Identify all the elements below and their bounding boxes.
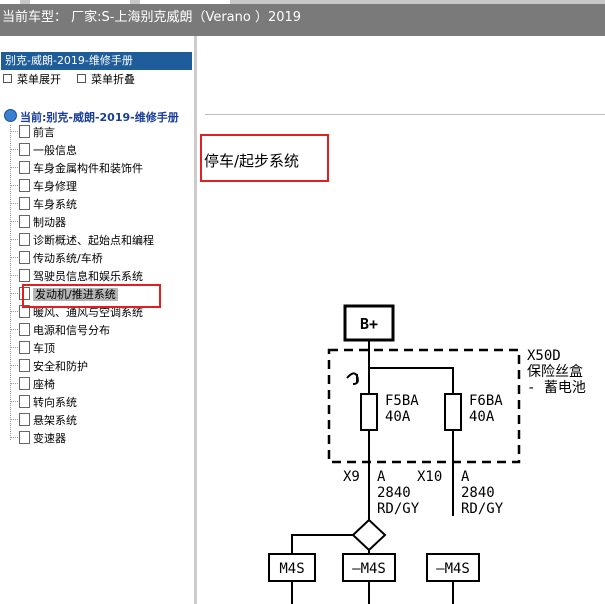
page-icon	[19, 323, 30, 336]
tree-item[interactable]: 车身修理	[10, 178, 77, 196]
tree-item[interactable]: 电源和信号分布	[10, 322, 110, 340]
fuse-right	[444, 393, 462, 431]
fusebox-name-line1: 保险丝盒	[527, 363, 583, 380]
tree-item-label: 悬架系统	[33, 414, 77, 427]
wire-right-color: RD/GY	[461, 501, 504, 517]
page-icon	[19, 305, 30, 318]
tree-item[interactable]: 座椅	[10, 376, 55, 394]
page-icon	[19, 287, 30, 300]
page-icon	[19, 125, 30, 138]
page-icon	[19, 431, 30, 444]
vehicle-title-bar: 当前车型： 厂家:S-上海别克威朗（Verano ）2019	[0, 4, 605, 36]
menu-collapse-button[interactable]: 菜单折叠	[77, 72, 135, 88]
fusebox-name-line2: - 蓄电池	[527, 380, 586, 396]
tree-item[interactable]: 车身金属构件和装饰件	[10, 160, 143, 178]
tree-item[interactable]: 暖风、通风与空调系统	[10, 304, 143, 322]
tree-item-label: 座椅	[33, 378, 55, 391]
tree-item[interactable]: 制动器	[10, 214, 66, 232]
tree-item[interactable]: 车顶	[10, 340, 55, 358]
wire-left-circuit: 2840	[377, 485, 411, 501]
menu-expand-label: 菜单展开	[17, 73, 61, 86]
battery-block: B+	[343, 304, 395, 342]
tree-item[interactable]: 转向系统	[10, 394, 77, 412]
tree-item[interactable]: 前言	[10, 124, 55, 142]
content-pane: 停车/起步系统 B+ X50D 保险丝盒 - 蓄电池 F5BA 40A F6BA…	[197, 36, 605, 604]
page-icon	[19, 413, 30, 426]
page-icon	[19, 161, 30, 174]
battery-label: B+	[360, 315, 378, 333]
page-icon	[19, 395, 30, 408]
tree-item-label: 一般信息	[33, 144, 77, 157]
fuse-left-name: F5BA	[385, 393, 419, 409]
connector-right-pin: A	[461, 469, 470, 485]
module-lead-wires	[291, 581, 454, 604]
connector-left-pin: A	[377, 469, 386, 485]
tree-item-label: 发动机/推进系统	[33, 288, 118, 301]
tree-item-label: 车顶	[33, 342, 55, 355]
page-icon	[19, 341, 30, 354]
fuse-left	[360, 393, 378, 431]
sidebar-header: 别克-威朗-2019-维修手册	[1, 52, 192, 70]
tree-root-label: 当前:别克-威朗-2019-维修手册	[20, 111, 179, 124]
tree-item[interactable]: 诊断概述、起始点和编程	[10, 232, 154, 250]
module-label: –M4S	[352, 561, 386, 577]
module-label: –M4S	[436, 561, 470, 577]
tree-item[interactable]: 车身系统	[10, 196, 77, 214]
menu-expand-button[interactable]: 菜单展开	[3, 72, 61, 88]
page-icon	[19, 233, 30, 246]
fuse-right-name: F6BA	[469, 393, 503, 409]
tree-item-label: 制动器	[33, 216, 66, 229]
page-icon	[19, 269, 30, 282]
tree-item-label: 车身金属构件和装饰件	[33, 162, 143, 175]
expand-icon	[3, 74, 12, 83]
tree-item[interactable]: 驾驶员信息和娱乐系统	[10, 268, 143, 286]
tree-item-label: 车身修理	[33, 180, 77, 193]
page-icon	[19, 143, 30, 156]
page-icon	[19, 197, 30, 210]
page-icon	[19, 215, 30, 228]
connector-right-id: X10	[417, 469, 442, 485]
page-icon	[19, 179, 30, 192]
wiring-diagram: B+ X50D 保险丝盒 - 蓄电池 F5BA 40A F6BA 40A X9 …	[268, 304, 586, 604]
menu-collapse-label: 菜单折叠	[91, 73, 135, 86]
fuse-right-rating: 40A	[469, 409, 495, 425]
tree-item-label: 车身系统	[33, 198, 77, 211]
page-icon	[19, 251, 30, 264]
tree-item-label: 转向系统	[33, 396, 77, 409]
fusebox-id: X50D	[527, 348, 561, 364]
sidebar: 别克-威朗-2019-维修手册 菜单展开 菜单折叠 当前:别克-威朗-2019-…	[0, 36, 194, 604]
tree-item[interactable]: 传动系统/车桥	[10, 250, 103, 268]
manual-book-icon	[4, 109, 17, 122]
tree-item-label: 前言	[33, 126, 55, 139]
tree-item-label: 电源和信号分布	[33, 324, 110, 337]
tree-item[interactable]: 安全和防护	[10, 358, 88, 376]
tree-item[interactable]: 变速器	[10, 430, 66, 448]
tree-item-label: 驾驶员信息和娱乐系统	[33, 270, 143, 283]
connector-left-id: X9	[343, 469, 360, 485]
fuse-left-rating: 40A	[385, 409, 411, 425]
tree-item-label: 传动系统/车桥	[33, 252, 103, 265]
tree-item-label: 安全和防护	[33, 360, 88, 373]
tree-item[interactable]: 一般信息	[10, 142, 77, 160]
tree-item[interactable]: 悬架系统	[10, 412, 77, 430]
wire-left-color: RD/GY	[377, 501, 420, 517]
splice-diamond	[351, 518, 387, 552]
page-icon	[19, 359, 30, 372]
tree-item-label: 变速器	[33, 432, 66, 445]
collapse-icon	[77, 74, 86, 83]
splice-branch-wire	[291, 534, 353, 554]
page-icon	[19, 377, 30, 390]
tree-item-label: 暖风、通风与空调系统	[33, 306, 143, 319]
tree-item-label: 诊断概述、起始点和编程	[33, 234, 154, 247]
tree-item-selected[interactable]: 发动机/推进系统	[10, 286, 118, 304]
wire-right-circuit: 2840	[461, 485, 495, 501]
module-label: M4S	[279, 561, 304, 577]
